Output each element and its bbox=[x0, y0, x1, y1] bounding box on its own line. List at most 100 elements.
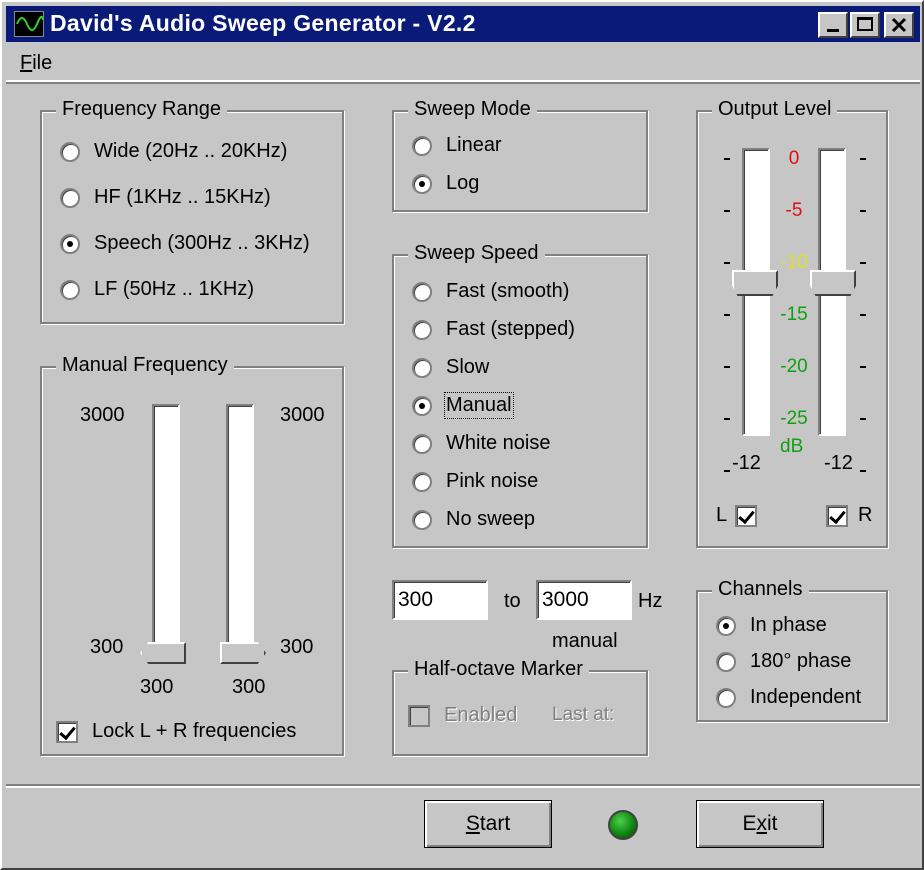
level-tick-mark bbox=[860, 210, 866, 212]
frequency-range-option[interactable]: Speech (300Hz .. 3KHz) bbox=[60, 232, 310, 255]
left-channel-checkbox[interactable] bbox=[735, 504, 758, 527]
menu-file[interactable]: File bbox=[20, 52, 52, 75]
level-scale-label: 0 bbox=[788, 148, 800, 169]
start-frequency-input[interactable] bbox=[392, 580, 488, 620]
level-scale-label: -15 bbox=[780, 304, 808, 325]
half-octave-enabled-label: Enabled bbox=[444, 704, 518, 726]
window-title: David's Audio Sweep Generator - V2.2 bbox=[50, 10, 476, 36]
channels-title: Channels bbox=[712, 578, 809, 601]
sweep-speed-radio[interactable] bbox=[412, 281, 432, 302]
sweep-speed-option[interactable]: No sweep bbox=[412, 508, 535, 531]
app-window: David's Audio Sweep Generator - V2.2 Fil… bbox=[0, 0, 924, 870]
right-max-label: 3000 bbox=[280, 404, 325, 426]
sweep-speed-radio[interactable] bbox=[412, 509, 432, 530]
level-tick-mark bbox=[724, 314, 730, 316]
left-max-label: 3000 bbox=[80, 404, 125, 426]
sweep-speed-radio[interactable] bbox=[412, 471, 432, 492]
menu-separator bbox=[6, 82, 920, 84]
right-channel-checkbox-row[interactable]: R bbox=[826, 504, 872, 527]
exit-button[interactable]: Ex it bbox=[696, 800, 824, 848]
level-tick-mark bbox=[724, 158, 730, 160]
level-scale-label: -20 bbox=[780, 356, 808, 377]
sweep-speed-option-label: White noise bbox=[446, 432, 551, 454]
sweep-speed-radio[interactable] bbox=[412, 357, 432, 378]
sweep-speed-title: Sweep Speed bbox=[408, 242, 545, 265]
sweep-mode-option-label: Log bbox=[446, 172, 480, 194]
sweep-speed-radio[interactable] bbox=[412, 433, 432, 454]
sweep-speed-option[interactable]: Fast (stepped) bbox=[412, 318, 575, 341]
frequency-range-option-label: Wide (20Hz .. 20KHz) bbox=[94, 140, 288, 162]
title-bar[interactable]: David's Audio Sweep Generator - V2.2 bbox=[6, 6, 920, 42]
sweep-speed-option[interactable]: Fast (smooth) bbox=[412, 280, 569, 303]
sweep-speed-option[interactable]: Pink noise bbox=[412, 470, 538, 493]
start-button[interactable]: Start bbox=[424, 800, 552, 848]
level-tick-mark bbox=[860, 262, 866, 264]
sweep-speed-option[interactable]: Manual bbox=[412, 392, 514, 419]
hz-unit-label: Hz bbox=[638, 590, 663, 612]
channels-option-label: 180° phase bbox=[750, 650, 852, 672]
left-level-value: -12 bbox=[732, 452, 761, 474]
channels-option-label: Independent bbox=[750, 686, 862, 708]
frequency-range-radio[interactable] bbox=[60, 233, 80, 254]
right-frequency-slider-thumb[interactable] bbox=[220, 642, 266, 664]
frequency-range-option[interactable]: LF (50Hz .. 1KHz) bbox=[60, 278, 254, 301]
left-channel-checkbox-row[interactable]: L bbox=[716, 504, 758, 527]
sweep-speed-option-label: No sweep bbox=[446, 508, 535, 530]
menu-bar: File bbox=[6, 46, 920, 82]
left-frequency-slider-track[interactable] bbox=[152, 404, 180, 664]
right-frequency-slider-track[interactable] bbox=[226, 404, 254, 664]
exit-label-end: it bbox=[767, 812, 778, 835]
output-level-title: Output Level bbox=[712, 98, 838, 121]
frequency-range-radio[interactable] bbox=[60, 187, 80, 208]
frequency-range-option-label: HF (1KHz .. 15KHz) bbox=[94, 186, 271, 208]
minimize-icon bbox=[827, 29, 839, 32]
status-led-indicator bbox=[608, 810, 638, 840]
channels-radio[interactable] bbox=[716, 615, 736, 636]
frequency-range-radio[interactable] bbox=[60, 141, 80, 162]
left-frequency-slider-thumb[interactable] bbox=[140, 642, 186, 664]
close-button[interactable] bbox=[884, 12, 914, 38]
frequency-range-title: Frequency Range bbox=[56, 98, 227, 121]
level-tick-mark bbox=[724, 470, 730, 472]
sweep-mode-option-label: Linear bbox=[446, 134, 502, 156]
exit-label-start: E bbox=[742, 812, 757, 835]
sine-wave-icon bbox=[14, 11, 44, 37]
level-tick-mark bbox=[860, 470, 866, 472]
right-channel-checkbox[interactable] bbox=[826, 504, 848, 527]
sweep-speed-radio[interactable] bbox=[412, 395, 432, 416]
channels-option[interactable]: In phase bbox=[716, 614, 827, 637]
end-frequency-input[interactable] bbox=[536, 580, 632, 620]
sweep-speed-option[interactable]: Slow bbox=[412, 356, 489, 379]
frequency-range-option[interactable]: Wide (20Hz .. 20KHz) bbox=[60, 140, 287, 163]
sweep-speed-option-label: Pink noise bbox=[446, 470, 539, 492]
channels-option[interactable]: 180° phase bbox=[716, 650, 851, 673]
bottom-separator bbox=[6, 784, 920, 786]
half-octave-enabled-row: Enabled bbox=[408, 704, 517, 727]
menu-file-label: ile bbox=[32, 52, 53, 74]
lock-lr-checkbox-row[interactable]: Lock L + R frequencies bbox=[56, 720, 296, 743]
minimize-button[interactable] bbox=[818, 12, 848, 38]
channels-radio[interactable] bbox=[716, 651, 736, 672]
channels-option[interactable]: Independent bbox=[716, 686, 861, 709]
frequency-range-option[interactable]: HF (1KHz .. 15KHz) bbox=[60, 186, 271, 209]
sweep-mode-radio[interactable] bbox=[412, 135, 432, 156]
level-tick-mark bbox=[860, 418, 866, 420]
level-tick-mark bbox=[724, 418, 730, 420]
start-label: tart bbox=[479, 812, 511, 835]
right-level-value: -12 bbox=[824, 452, 853, 474]
half-octave-enabled-checkbox[interactable] bbox=[408, 704, 430, 727]
sweep-mode-option[interactable]: Log bbox=[412, 172, 479, 195]
sweep-mode-radio[interactable] bbox=[412, 173, 432, 194]
start-mnemonic: S bbox=[465, 812, 480, 835]
frequency-range-radio[interactable] bbox=[60, 279, 80, 300]
maximize-button[interactable] bbox=[850, 12, 880, 38]
channels-radio[interactable] bbox=[716, 687, 736, 708]
sweep-speed-radio[interactable] bbox=[412, 319, 432, 340]
level-scale-label: -25 bbox=[780, 408, 808, 429]
sweep-speed-option-label: Slow bbox=[446, 356, 490, 378]
sweep-speed-option[interactable]: White noise bbox=[412, 432, 551, 455]
level-tick-mark bbox=[860, 158, 866, 160]
lock-lr-checkbox[interactable] bbox=[56, 720, 78, 743]
sweep-mode-option[interactable]: Linear bbox=[412, 134, 502, 157]
level-scale-label: -5 bbox=[785, 200, 803, 221]
